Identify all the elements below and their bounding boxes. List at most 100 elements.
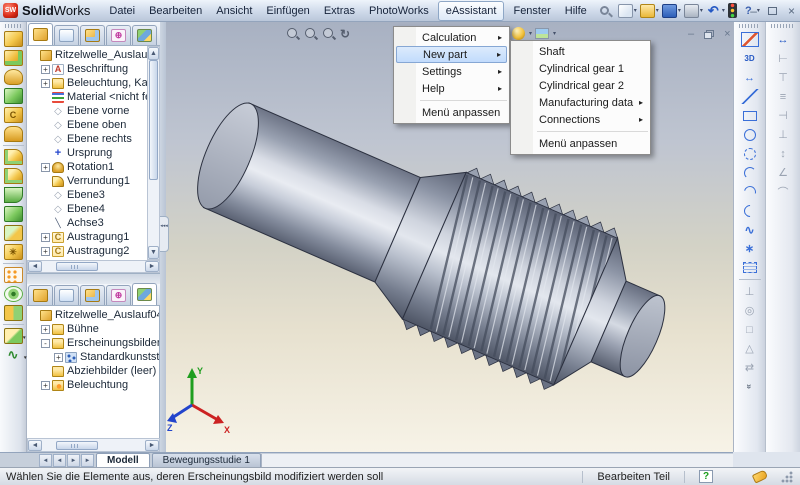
toolbar-grip[interactable] [5, 24, 21, 28]
close-button[interactable]: × [788, 5, 795, 17]
point-icon[interactable]: ∗ [741, 241, 759, 256]
chamfer-dimension-icon[interactable]: ∠ [774, 165, 792, 180]
revolved-cut-icon[interactable] [4, 126, 23, 142]
revolved-boss-icon[interactable] [4, 69, 23, 85]
zoom-fit-icon[interactable] [286, 27, 300, 41]
menu-ansicht[interactable]: Ansicht [209, 2, 259, 20]
reference-geometry-icon[interactable]: ▾ [4, 328, 23, 344]
quick-tips-help-button[interactable]: ? [699, 470, 713, 483]
linear-pattern-icon[interactable] [4, 267, 23, 283]
menu-hilfe[interactable]: Hilfe [558, 2, 594, 20]
doc-restore-button[interactable] [704, 30, 714, 39]
collapse-panel-button[interactable]: ◂◂◂ [160, 216, 169, 252]
scroll-left-icon[interactable]: ◄ [28, 261, 42, 272]
revolve-icon[interactable]: +Rotation1 [27, 160, 159, 174]
scroll-up-icon[interactable]: ▲ [148, 47, 159, 60]
new-document-icon[interactable]: ▾ [618, 4, 637, 18]
featuremanager-tab[interactable] [28, 23, 53, 45]
scroll-down-icon[interactable]: ▼ [148, 246, 159, 259]
edit-appearance-icon[interactable] [512, 27, 525, 40]
plane-icon[interactable]: ◇Ebene vorne [27, 104, 159, 118]
horizontal-dimension-icon[interactable]: ⊢ [774, 51, 792, 66]
chevron-down-icon[interactable]: » [742, 378, 757, 396]
zoom-area-icon[interactable] [304, 27, 318, 41]
scroll-left-icon[interactable]: ◄ [28, 440, 42, 451]
tangent-arc-icon[interactable] [741, 184, 759, 199]
fill-pattern-icon[interactable] [741, 260, 759, 275]
configurationmanager-tab[interactable] [80, 25, 105, 45]
submenu-item-manufacturing-data[interactable]: Manufacturing data▸ [513, 94, 648, 111]
scene-folder-icon[interactable]: +Bühne [27, 322, 159, 336]
resize-grip[interactable] [781, 470, 794, 483]
toolbar-grip[interactable] [771, 24, 795, 28]
toolbar-grip[interactable] [739, 24, 760, 28]
appearance-icon[interactable]: +Standardkunststo [27, 350, 159, 364]
menu-photoworks[interactable]: PhotoWorks [362, 2, 436, 20]
convert-entities-icon[interactable]: □ [741, 322, 759, 337]
spline-icon[interactable]: ∿ [741, 222, 759, 237]
part-icon[interactable]: Ritzelwelle_Auslauf04200 [27, 308, 159, 322]
extruded-boss-icon[interactable] [4, 31, 23, 47]
feature-toolbar-icon[interactable] [3, 324, 24, 325]
plane-icon[interactable]: ◇Ebene oben [27, 118, 159, 132]
plane-icon[interactable]: ◇Ebene rechts [27, 132, 159, 146]
menu-datei[interactable]: Datei [102, 2, 142, 20]
material-icon[interactable]: Material <nicht fe [27, 90, 159, 104]
tab-bewegungsstudie-1[interactable]: Bewegungsstudie 1 [152, 453, 261, 467]
dimxpert-tab[interactable]: ⊕ [106, 285, 131, 305]
circle-icon[interactable] [741, 127, 759, 142]
feature-toolbar-icon[interactable] [3, 263, 24, 264]
rotate-view-icon[interactable]: ↻ [340, 27, 350, 41]
cut-revolve-icon[interactable]: +CAustragung1 [27, 230, 159, 244]
pin-menu-icon[interactable] [600, 6, 609, 15]
three-point-arc-icon[interactable] [741, 203, 759, 218]
3d-sketch-icon[interactable]: 3D [741, 51, 759, 66]
next-tab-button[interactable]: ► [67, 454, 80, 467]
plane-icon[interactable]: ◇Ebene4 [27, 202, 159, 216]
display-horizontal-scrollbar[interactable]: ◄ ► [27, 438, 160, 452]
displaymanager-tab[interactable] [132, 283, 157, 305]
rib-icon[interactable] [4, 187, 23, 203]
sketch-icon[interactable] [741, 32, 759, 47]
mirror-entities-icon[interactable]: ⊥ [741, 284, 759, 299]
angular-dimension-icon[interactable]: ⌒ [774, 184, 792, 199]
circular-pattern-icon[interactable] [4, 286, 23, 302]
scroll-right-icon[interactable]: ► [145, 440, 159, 451]
doc-close-button[interactable]: × [724, 28, 730, 40]
submenu-item-cylindrical-gear-2[interactable]: Cylindrical gear 2 [513, 77, 648, 94]
menu-extras[interactable]: Extras [317, 2, 362, 20]
prev-tab-button[interactable]: ◄ [53, 454, 66, 467]
first-tab-button[interactable]: ◄ [39, 454, 52, 467]
menu-item-settings[interactable]: Settings▸ [396, 63, 507, 80]
last-tab-button[interactable]: ► [81, 454, 94, 467]
menu-eassistant[interactable]: eAssistant [438, 1, 505, 21]
baseline-dimension-icon[interactable]: ≡ [774, 89, 792, 104]
fillet-icon[interactable] [4, 149, 23, 165]
print-icon[interactable]: ▾ [684, 4, 703, 18]
cut-revolve-icon[interactable]: +CAustragung2 [27, 244, 159, 258]
menu-item-calculation[interactable]: Calculation▸ [396, 29, 507, 46]
menu-item-help[interactable]: Help▸ [396, 80, 507, 97]
sketch-dimension-icon[interactable]: ↔ [741, 70, 759, 85]
lofted-boss-icon[interactable]: C [4, 107, 23, 123]
featuremanager-tab[interactable] [28, 285, 53, 305]
propertymanager-tab[interactable] [54, 285, 79, 305]
mirror-icon[interactable] [4, 305, 23, 321]
zoom-in-out-icon[interactable] [322, 27, 336, 41]
menu-item-new-part[interactable]: New part▸ [396, 46, 507, 63]
decals-folder-icon[interactable]: Abziehbilder (leer) [27, 364, 159, 378]
menu-einfuegen[interactable]: Einfügen [259, 2, 316, 20]
rebuild-traffic-light-icon[interactable] [728, 3, 738, 18]
dimxpert-tab[interactable]: ⊕ [106, 25, 131, 45]
trim-entities-icon[interactable]: △ [741, 341, 759, 356]
open-icon[interactable]: ▾ [640, 4, 659, 18]
chevron-down-icon[interactable]: ▾ [553, 30, 556, 37]
vertical-dimension-icon[interactable]: ⊤ [774, 70, 792, 85]
scroll-right-icon[interactable]: ► [145, 261, 159, 272]
vertical-ordinate-icon[interactable]: ↕ [774, 146, 792, 161]
axis-icon[interactable]: ╲Achse3 [27, 216, 159, 230]
ordinate-dimension-icon[interactable]: ⊣ [774, 108, 792, 123]
menu-bearbeiten[interactable]: Bearbeiten [142, 2, 209, 20]
maximize-button[interactable] [768, 7, 777, 15]
undo-icon[interactable]: ↶▾ [706, 4, 725, 18]
